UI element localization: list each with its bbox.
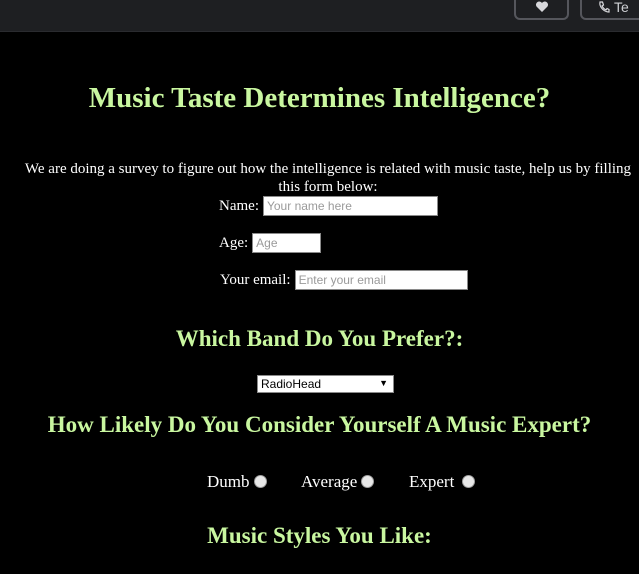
- name-row: Name:: [219, 196, 438, 216]
- radio-label-average: Average: [301, 472, 358, 491]
- heart-icon: [535, 1, 549, 13]
- radio-option-dumb[interactable]: Dumb: [207, 472, 267, 492]
- name-label: Name:: [219, 197, 259, 214]
- contact-button[interactable]: Te: [580, 0, 639, 20]
- radio-button-average[interactable]: [361, 474, 375, 488]
- styles-heading: Music Styles You Like:: [207, 523, 432, 548]
- radio-button-expert[interactable]: [462, 474, 476, 488]
- radio-option-expert[interactable]: Expert: [409, 472, 476, 492]
- expertise-heading: How Likely Do You Consider Yourself A Mu…: [47, 412, 592, 437]
- radio-button-dumb[interactable]: [253, 474, 267, 488]
- radio-label-dumb: Dumb: [207, 472, 250, 491]
- email-label: Your email:: [220, 271, 291, 288]
- band-select-value: RadioHead: [261, 377, 322, 391]
- band-select[interactable]: RadioHead ▼: [257, 375, 394, 393]
- favorite-button[interactable]: [514, 0, 569, 20]
- contact-button-label: Te: [614, 0, 629, 15]
- age-label: Age:: [219, 234, 249, 251]
- radio-option-average[interactable]: Average: [301, 472, 375, 492]
- name-input[interactable]: [262, 196, 438, 216]
- email-row: Your email:: [220, 270, 468, 290]
- phone-icon: [598, 1, 610, 13]
- page-title: Music Taste Determines Intelligence?: [88, 82, 551, 114]
- browser-toolbar: Te: [0, 0, 639, 32]
- age-row: Age:: [219, 233, 322, 253]
- band-heading: Which Band Do You Prefer?:: [175, 326, 464, 351]
- radio-label-expert: Expert: [409, 472, 455, 491]
- age-input[interactable]: [252, 233, 322, 253]
- dropdown-arrow-icon: ▼: [379, 378, 388, 388]
- intro-text: We are doing a survey to figure out how …: [24, 161, 632, 195]
- email-input[interactable]: [294, 270, 468, 290]
